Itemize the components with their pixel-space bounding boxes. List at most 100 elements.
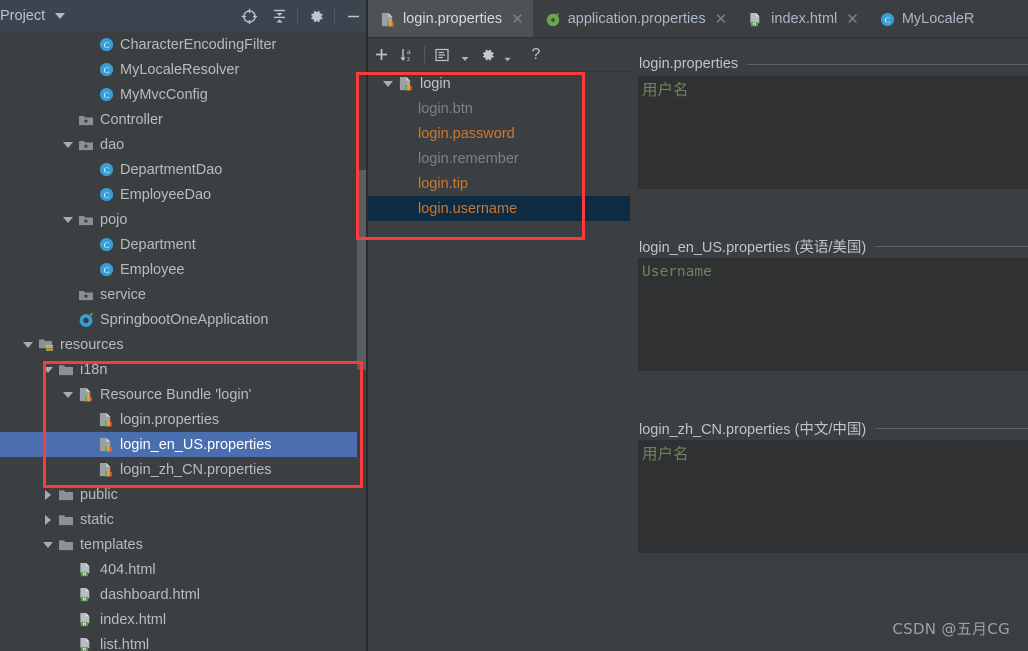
project-tree-row[interactable]: pojo (0, 207, 368, 232)
toolbar-divider (297, 7, 298, 25)
project-tree-row-label: public (80, 486, 118, 503)
svg-text:z: z (407, 56, 410, 63)
properties-file-icon (380, 11, 396, 27)
chevron-down-icon[interactable] (380, 80, 396, 87)
project-tree-row[interactable]: login_zh_CN.properties (0, 457, 368, 482)
project-tree-row[interactable]: login.properties (0, 407, 368, 432)
project-tree-row[interactable]: Hlist.html (0, 632, 368, 651)
chevron-down-icon[interactable] (496, 38, 518, 71)
project-tree-row[interactable]: C Employee (0, 257, 368, 282)
project-tree-row-label: resources (60, 336, 124, 353)
project-tree-row-label: SpringbootOneApplication (100, 311, 269, 328)
project-tree-row[interactable]: templates (0, 532, 368, 557)
project-tree-row-label: login.properties (120, 411, 220, 428)
project-tool-window: Project C CharacterEncodingFilter C MyLo… (0, 0, 368, 651)
property-value-textarea[interactable]: 用户名 (638, 76, 1028, 189)
project-tree-row[interactable]: C DepartmentDao (0, 157, 368, 182)
bundle-key-row[interactable]: login.btn (368, 96, 630, 121)
property-value-group: login_zh_CN.properties (中文/中国) 用户名 (630, 416, 1028, 553)
project-tree-row[interactable]: Controller (0, 107, 368, 132)
project-tree-row[interactable]: Resource Bundle 'login' (0, 382, 368, 407)
project-tree-row[interactable]: C Department (0, 232, 368, 257)
sort-az-icon[interactable]: a z (394, 38, 420, 71)
project-tree-row[interactable]: i18n (0, 357, 368, 382)
close-icon[interactable]: ✕ (715, 12, 728, 27)
property-value-caption-label: login.properties (639, 56, 739, 72)
bundle-root-label: login (420, 75, 451, 92)
project-tree-row[interactable]: SpringbootOneApplication (0, 307, 368, 332)
project-tree-row[interactable]: dao (0, 132, 368, 157)
project-tree-row[interactable]: public (0, 482, 368, 507)
bundle-root-row[interactable]: login (368, 71, 630, 96)
editor-tab-label: login.properties (403, 11, 503, 27)
project-tree-row-label: templates (80, 536, 143, 553)
svg-text:C: C (103, 65, 109, 75)
project-tree-row[interactable]: service (0, 282, 368, 307)
chevron-down-icon[interactable] (40, 541, 56, 548)
property-value-textarea[interactable]: 用户名 (638, 440, 1028, 553)
project-tree-scrollbar-thumb[interactable] (357, 170, 366, 370)
bundle-key-list[interactable]: login login.btn login.password login.rememb… (368, 71, 630, 651)
project-tree-row[interactable]: C EmployeeDao (0, 182, 368, 207)
editor-tab[interactable]: login.properties ✕ (368, 0, 533, 38)
project-tree-row[interactable]: C MyMvcConfig (0, 82, 368, 107)
gear-icon[interactable] (301, 0, 331, 32)
property-value-editors: login.properties 用户名 login_en_US.propertie… (630, 38, 1028, 651)
project-tree-row[interactable]: H 404.html (0, 557, 368, 582)
chevron-down-icon[interactable] (455, 38, 475, 71)
spring-boot-icon (76, 312, 96, 328)
properties-file-icon (96, 412, 116, 428)
property-value-textarea[interactable]: Username (638, 258, 1028, 371)
properties-file-icon (380, 11, 396, 27)
collapse-all-icon[interactable] (264, 0, 294, 32)
chevron-down-icon[interactable] (55, 13, 66, 19)
editor-tab[interactable]: application.properties ✕ (533, 0, 736, 38)
html-file-icon: H (748, 11, 764, 27)
project-tree-row[interactable]: Hindex.html (0, 607, 368, 632)
project-tree-row-label: CharacterEncodingFilter (120, 36, 277, 53)
project-tree-row[interactable]: C MyLocaleResolver (0, 57, 368, 82)
project-tree-row-label: static (80, 511, 114, 528)
add-property-icon[interactable] (368, 38, 394, 71)
package-icon (76, 212, 96, 228)
minimize-icon[interactable] (338, 0, 368, 32)
svg-text:C: C (103, 190, 109, 200)
project-tree-row[interactable]: Hdashboard.html (0, 582, 368, 607)
project-tree[interactable]: C CharacterEncodingFilter C MyLocaleResolve… (0, 32, 368, 651)
bundle-key-label: login.btn (418, 100, 473, 117)
chevron-right-icon[interactable] (40, 489, 56, 500)
resource-bundle-icon (396, 76, 416, 92)
svg-text:H: H (83, 596, 86, 601)
project-tree-row[interactable]: C CharacterEncodingFilter (0, 32, 368, 57)
chevron-right-icon[interactable] (40, 514, 56, 525)
bundle-key-row[interactable]: login.password (368, 121, 630, 146)
package-icon (76, 112, 96, 128)
chevron-down-icon[interactable] (20, 341, 36, 348)
properties-file-icon (96, 462, 116, 478)
editor-tab-label: index.html (771, 11, 838, 27)
chevron-down-icon[interactable] (60, 141, 76, 148)
project-tree-row[interactable]: resources (0, 332, 368, 357)
svg-text:C: C (103, 40, 109, 50)
help-icon[interactable]: ? (523, 38, 549, 71)
property-value-group: login.properties 用户名 (630, 52, 1028, 189)
chevron-down-icon[interactable] (40, 366, 56, 373)
close-icon[interactable]: ✕ (511, 12, 524, 27)
bundle-key-row[interactable]: login.tip (368, 171, 630, 196)
chevron-down-icon[interactable] (60, 216, 76, 223)
project-panel-title[interactable]: Project (0, 8, 45, 24)
editor-tab[interactable]: Hindex.html ✕ (736, 0, 868, 38)
project-tree-row[interactable]: static (0, 507, 368, 532)
close-icon[interactable]: ✕ (846, 12, 859, 27)
watermark-text: CSDN @五月CG (892, 620, 1010, 638)
chevron-down-icon[interactable] (60, 391, 76, 398)
group-keys-icon[interactable] (429, 38, 455, 71)
bundle-key-row[interactable]: login.remember (368, 146, 630, 171)
editor-tab[interactable]: C MyLocaleR (868, 0, 984, 38)
locate-icon[interactable] (234, 0, 264, 32)
project-tree-row-label: Controller (100, 111, 163, 128)
project-tree-row-label: MyLocaleResolver (120, 61, 240, 78)
project-tree-row-selected[interactable]: login_en_US.properties (0, 432, 368, 457)
project-tree-row-label: list.html (100, 636, 150, 651)
bundle-key-row-selected[interactable]: login.username (368, 196, 630, 221)
